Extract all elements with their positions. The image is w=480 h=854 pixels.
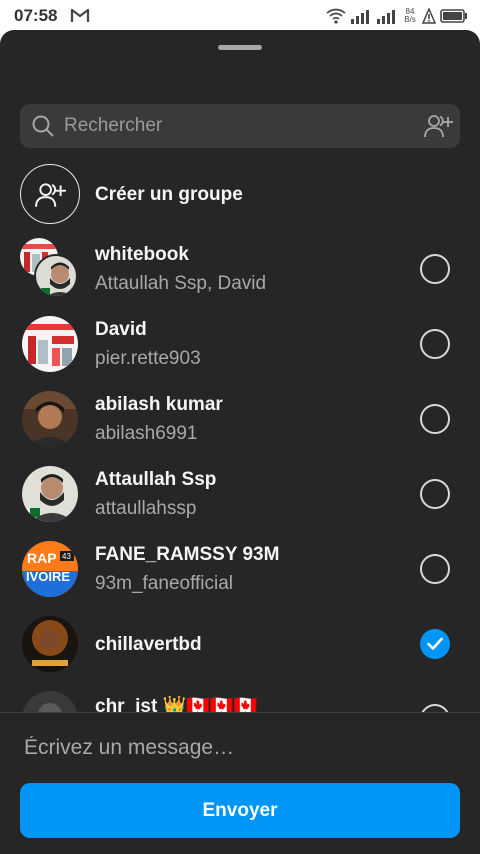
recipient-name: abilash kumar [95,394,223,415]
avatar [22,691,78,712]
recipient-row[interactable]: RAP IVOIRE 43 FANE_RAMSSY 93M 93m_faneof… [0,534,480,609]
avatar-text-rap: RAP [27,550,57,566]
share-sheet: Créer un groupe [0,30,480,854]
recipient-subtitle: 93m_faneofficial [95,573,234,594]
recipient-subtitle: Attaullah Ssp, David [95,273,267,294]
message-input[interactable] [24,730,454,766]
create-group-label: Créer un groupe [95,184,243,205]
battery-icon [440,9,467,23]
avatar [22,391,78,447]
create-group-circle [20,164,80,224]
add-people-icon[interactable] [424,113,454,139]
select-radio[interactable] [420,254,450,284]
status-time: 07:58 [14,6,58,25]
recipient-row[interactable]: Attaullah Ssp attaullahssp [0,459,480,534]
recipient-name: Attaullah Ssp [95,469,217,490]
status-bar: 07:58 84 B/s [0,0,480,32]
recipient-name: chr_ist 👑🇨🇦🇨🇦🇨🇦 [95,696,258,712]
select-radio[interactable] [420,704,450,712]
recipient-subtitle: attaullahssp [95,498,197,519]
recipient-row[interactable]: chr_ist 👑🇨🇦🇨🇦🇨🇦 [0,684,480,712]
wifi-icon [326,8,346,24]
recipient-name: chillavertbd [95,634,202,655]
net-speed: 84 B/s [402,8,418,24]
search-input[interactable] [64,104,404,148]
avatar-text-ivoire: IVOIRE [26,569,70,584]
alert-icon [422,8,436,24]
select-radio[interactable] [420,404,450,434]
select-radio[interactable] [420,329,450,359]
signal-icon [351,10,369,24]
create-group-button[interactable]: Créer un groupe [20,164,460,224]
status-icons: 84 B/s [326,5,468,27]
group-avatar [18,236,80,298]
recipient-row[interactable]: David pier.rette903 [0,309,480,384]
recipient-name: David [95,319,147,340]
divider [0,712,480,713]
select-radio-checked[interactable] [420,629,450,659]
add-people-icon [35,183,66,207]
recipient-name: whitebook [95,244,189,265]
recipient-subtitle: abilash6991 [95,423,198,444]
checkmark-icon [427,637,443,650]
recipient-subtitle: pier.rette903 [95,348,201,369]
avatar: RAP IVOIRE 43 [22,541,78,597]
recipient-row[interactable]: whitebook Attaullah Ssp, David [0,234,480,309]
gmail-icon [70,8,90,22]
select-radio[interactable] [420,479,450,509]
recipient-list[interactable]: whitebook Attaullah Ssp, David David pie… [0,234,480,712]
avatar-text-badge: 43 [62,552,71,561]
avatar [22,466,78,522]
drag-handle[interactable] [218,45,262,50]
search-icon [32,115,54,137]
select-radio[interactable] [420,554,450,584]
avatar [34,254,78,298]
recipient-name: FANE_RAMSSY 93M [95,544,280,565]
recipient-row[interactable]: chillavertbd [0,609,480,684]
send-button[interactable]: Envoyer [20,783,460,838]
avatar [22,616,78,672]
signal-icon [377,10,395,24]
avatar [22,316,78,372]
recipient-row[interactable]: abilash kumar abilash6991 [0,384,480,459]
search-bar [20,104,460,148]
net-speed-unit: B/s [404,15,416,24]
